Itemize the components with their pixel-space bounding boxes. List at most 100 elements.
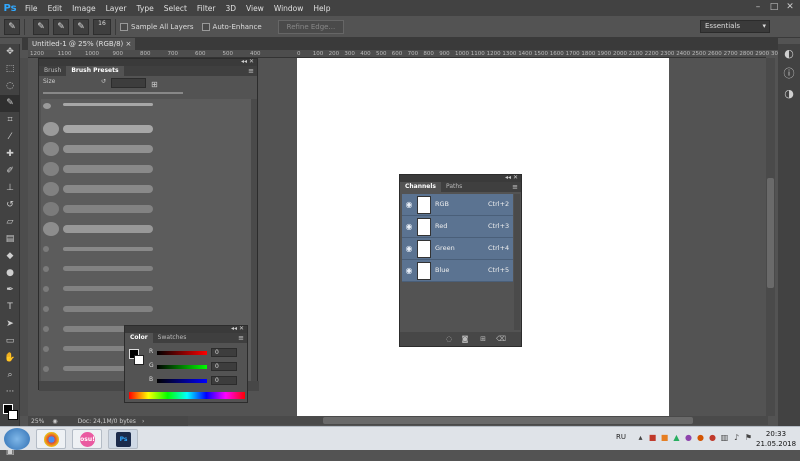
tray-app-icon[interactable]: ■ [648,433,657,442]
list-item[interactable] [41,119,251,139]
type-tool-icon[interactable]: T [0,299,20,316]
tab-paths[interactable]: Paths [441,182,467,192]
shape-tool-icon[interactable]: ▭ [0,333,20,350]
eye-icon[interactable]: ◉ [404,266,414,276]
panel-menu-icon[interactable]: ≡ [238,333,244,343]
create-preset-icon[interactable]: ⊞ [151,80,161,90]
hand-tool-icon[interactable]: ✋ [0,350,20,367]
channel-row-green[interactable]: ◉ Green Ctrl+4 [402,238,513,260]
new-selection-icon[interactable]: ✎ [33,18,49,35]
more-tools-icon[interactable]: ··· [0,384,20,401]
vertical-scrollbar[interactable] [766,58,775,416]
history-brush-tool-icon[interactable]: ↺ [0,197,20,214]
minimize-button[interactable]: – [752,2,764,13]
tray-app-icon[interactable]: ● [684,433,693,442]
collapse-icon[interactable]: ◂◂ ✕ [231,325,244,332]
list-item[interactable] [41,299,251,319]
tray-app-icon[interactable]: ▲ [672,433,681,442]
channel-row-blue[interactable]: ◉ Blue Ctrl+5 [402,260,513,282]
add-to-selection-icon[interactable]: ✎ [53,18,69,35]
sample-all-layers-checkbox[interactable] [120,22,128,31]
size-input[interactable] [111,78,146,88]
tab-brush-presets[interactable]: Brush Presets [66,66,124,76]
scroll-thumb[interactable] [323,417,693,424]
clock[interactable]: 20:33 21.05.2018 [756,429,796,449]
tray-app-icon[interactable]: ● [708,433,717,442]
blue-value-input[interactable]: 0 [211,376,237,385]
document-info[interactable]: Doc: 24,1M/0 bytes [78,418,136,425]
tab-color[interactable]: Color [125,333,153,343]
menu-3d[interactable]: 3D [220,4,241,13]
channel-row-rgb[interactable]: ◉ RGB Ctrl+2 [402,194,513,216]
panel-menu-icon[interactable]: ≡ [512,182,518,192]
background-color-swatch[interactable] [134,355,144,365]
tray-app-icon[interactable]: ● [696,433,705,442]
network-icon[interactable]: ▥ [720,433,729,442]
start-button[interactable] [4,428,30,450]
list-item[interactable] [41,199,251,219]
healing-brush-tool-icon[interactable]: ✚ [0,146,20,163]
size-slider[interactable] [43,92,183,94]
brush-size-picker[interactable]: 16 [93,18,111,35]
list-item[interactable] [41,239,251,259]
menu-filter[interactable]: Filter [192,4,221,13]
scroll-thumb[interactable] [767,178,774,288]
list-item[interactable] [41,219,251,239]
quick-selection-tool-icon[interactable]: ✎ [4,18,20,35]
document-tab[interactable]: Untitled-1 @ 25% (RGB/8) × [28,38,136,50]
list-item[interactable] [41,159,251,179]
clone-stamp-tool-icon[interactable]: ⊥ [0,180,20,197]
channel-list-scrollbar[interactable] [514,194,520,330]
trash-icon[interactable]: ⌫ [496,334,506,344]
panel-header[interactable]: ◂◂ ✕ [400,174,521,182]
subtract-from-selection-icon[interactable]: ✎ [73,18,89,35]
move-tool-icon[interactable]: ✥ [0,44,20,61]
menu-help[interactable]: Help [308,4,335,13]
zoom-tool-icon[interactable]: ⌕ [0,367,20,384]
red-slider[interactable] [157,351,207,355]
blur-tool-icon[interactable]: ◆ [0,248,20,265]
list-item[interactable] [41,259,251,279]
taskbar-app-photoshop[interactable]: Ps [108,429,138,449]
close-icon[interactable]: × [126,40,132,48]
menu-type[interactable]: Type [132,4,159,13]
reset-icon[interactable]: ↺ [101,78,106,85]
close-button[interactable]: ✕ [784,2,796,13]
volume-icon[interactable]: ♪ [732,433,741,442]
collapse-icon[interactable]: ◂◂ ✕ [241,58,254,65]
keyboard-language[interactable]: RU [616,433,626,441]
menu-select[interactable]: Select [159,4,192,13]
zoom-level[interactable]: 25% [31,418,44,425]
tray-app-icon[interactable]: ■ [660,433,669,442]
color-spectrum[interactable] [129,392,245,399]
info-icon[interactable]: ⓘ [778,64,800,84]
tab-swatches[interactable]: Swatches [153,333,192,343]
red-value-input[interactable]: 0 [211,348,237,357]
blue-slider[interactable] [157,379,207,383]
taskbar-app-chrome[interactable] [36,429,66,449]
menu-view[interactable]: View [241,4,269,13]
eraser-tool-icon[interactable]: ▱ [0,214,20,231]
palette-icon[interactable]: ◐ [778,44,800,64]
menu-layer[interactable]: Layer [101,4,132,13]
maximize-button[interactable]: □ [768,2,780,13]
green-slider[interactable] [157,365,207,369]
adjust-icon[interactable]: ◑ [778,84,800,104]
channel-row-red[interactable]: ◉ Red Ctrl+3 [402,216,513,238]
chevron-right-icon[interactable]: › [142,418,144,425]
green-value-input[interactable]: 0 [211,362,237,371]
color-swatches[interactable] [0,401,20,427]
path-selection-tool-icon[interactable]: ➤ [0,316,20,333]
list-item[interactable] [41,279,251,299]
marquee-tool-icon[interactable]: ⬚ [0,61,20,78]
panel-header[interactable]: ◂◂ ✕ [39,58,257,66]
brush-list-scrollbar[interactable] [251,99,257,381]
load-selection-icon[interactable]: ◌ [444,334,454,344]
panel-menu-icon[interactable]: ≡ [248,66,254,76]
chevron-up-icon[interactable]: ▴ [636,433,645,442]
tab-channels[interactable]: Channels [400,182,441,192]
menu-window[interactable]: Window [269,4,309,13]
collapse-icon[interactable]: ◂◂ ✕ [505,174,518,181]
eye-icon[interactable]: ◉ [404,200,414,210]
workspace-select[interactable]: Essentials ▾ [700,20,770,33]
